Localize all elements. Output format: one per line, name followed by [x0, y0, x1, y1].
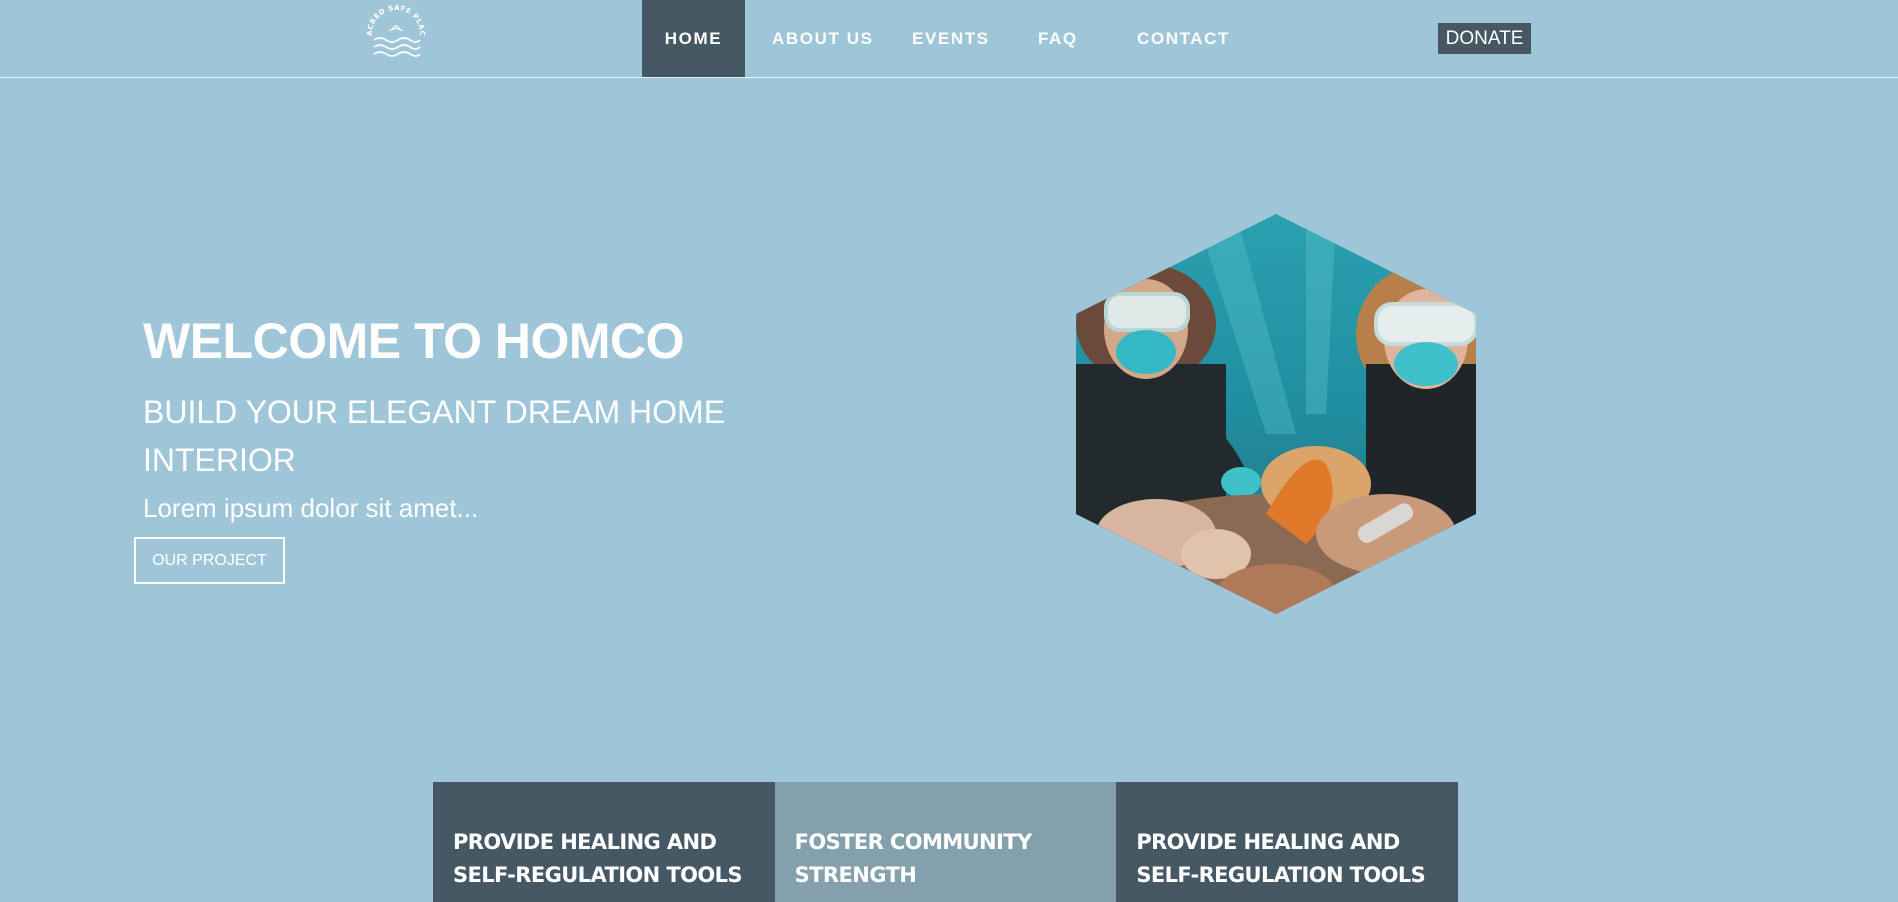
hero-title: WELCOME TO HOMCO	[143, 313, 685, 369]
hero-text: Lorem ipsum dolor sit amet...	[143, 493, 479, 523]
nav-item-faq[interactable]: FAQ	[1015, 0, 1126, 77]
logo-icon: SACRED SAFE PLACE	[359, 0, 426, 57]
main-nav: HOME ABOUT US EVENTS FAQ CONTACT	[642, 0, 1246, 77]
site-header: SACRED SAFE PLACE HOME ABOUT US EVENTS F…	[0, 0, 1898, 78]
nav-item-events[interactable]: EVENTS	[891, 0, 1015, 77]
hero-image	[1076, 214, 1476, 614]
hero-subtitle: BUILD YOUR ELEGANT DREAM HOME INTERIOR	[143, 394, 726, 478]
nav-item-contact[interactable]: CONTACT	[1126, 0, 1246, 77]
svg-text:SACRED SAFE PLACE: SACRED SAFE PLACE	[362, 4, 426, 36]
feature-card[interactable]: PROVIDE HEALING AND SELF-REGULATION TOOL…	[433, 782, 775, 902]
feature-card[interactable]: PROVIDE HEALING AND SELF-REGULATION TOOL…	[1116, 782, 1458, 902]
nav-item-home[interactable]: HOME	[642, 0, 745, 77]
nav-item-about-us[interactable]: ABOUT US	[745, 0, 891, 77]
our-project-button[interactable]: OUR PROJECT	[134, 537, 285, 584]
logo[interactable]: SACRED SAFE PLACE	[359, 0, 430, 64]
donate-button[interactable]: DONATE	[1438, 23, 1531, 54]
feature-cards: PROVIDE HEALING AND SELF-REGULATION TOOL…	[433, 782, 1458, 902]
feature-card[interactable]: FOSTER COMMUNITY STRENGTH	[774, 782, 1117, 902]
